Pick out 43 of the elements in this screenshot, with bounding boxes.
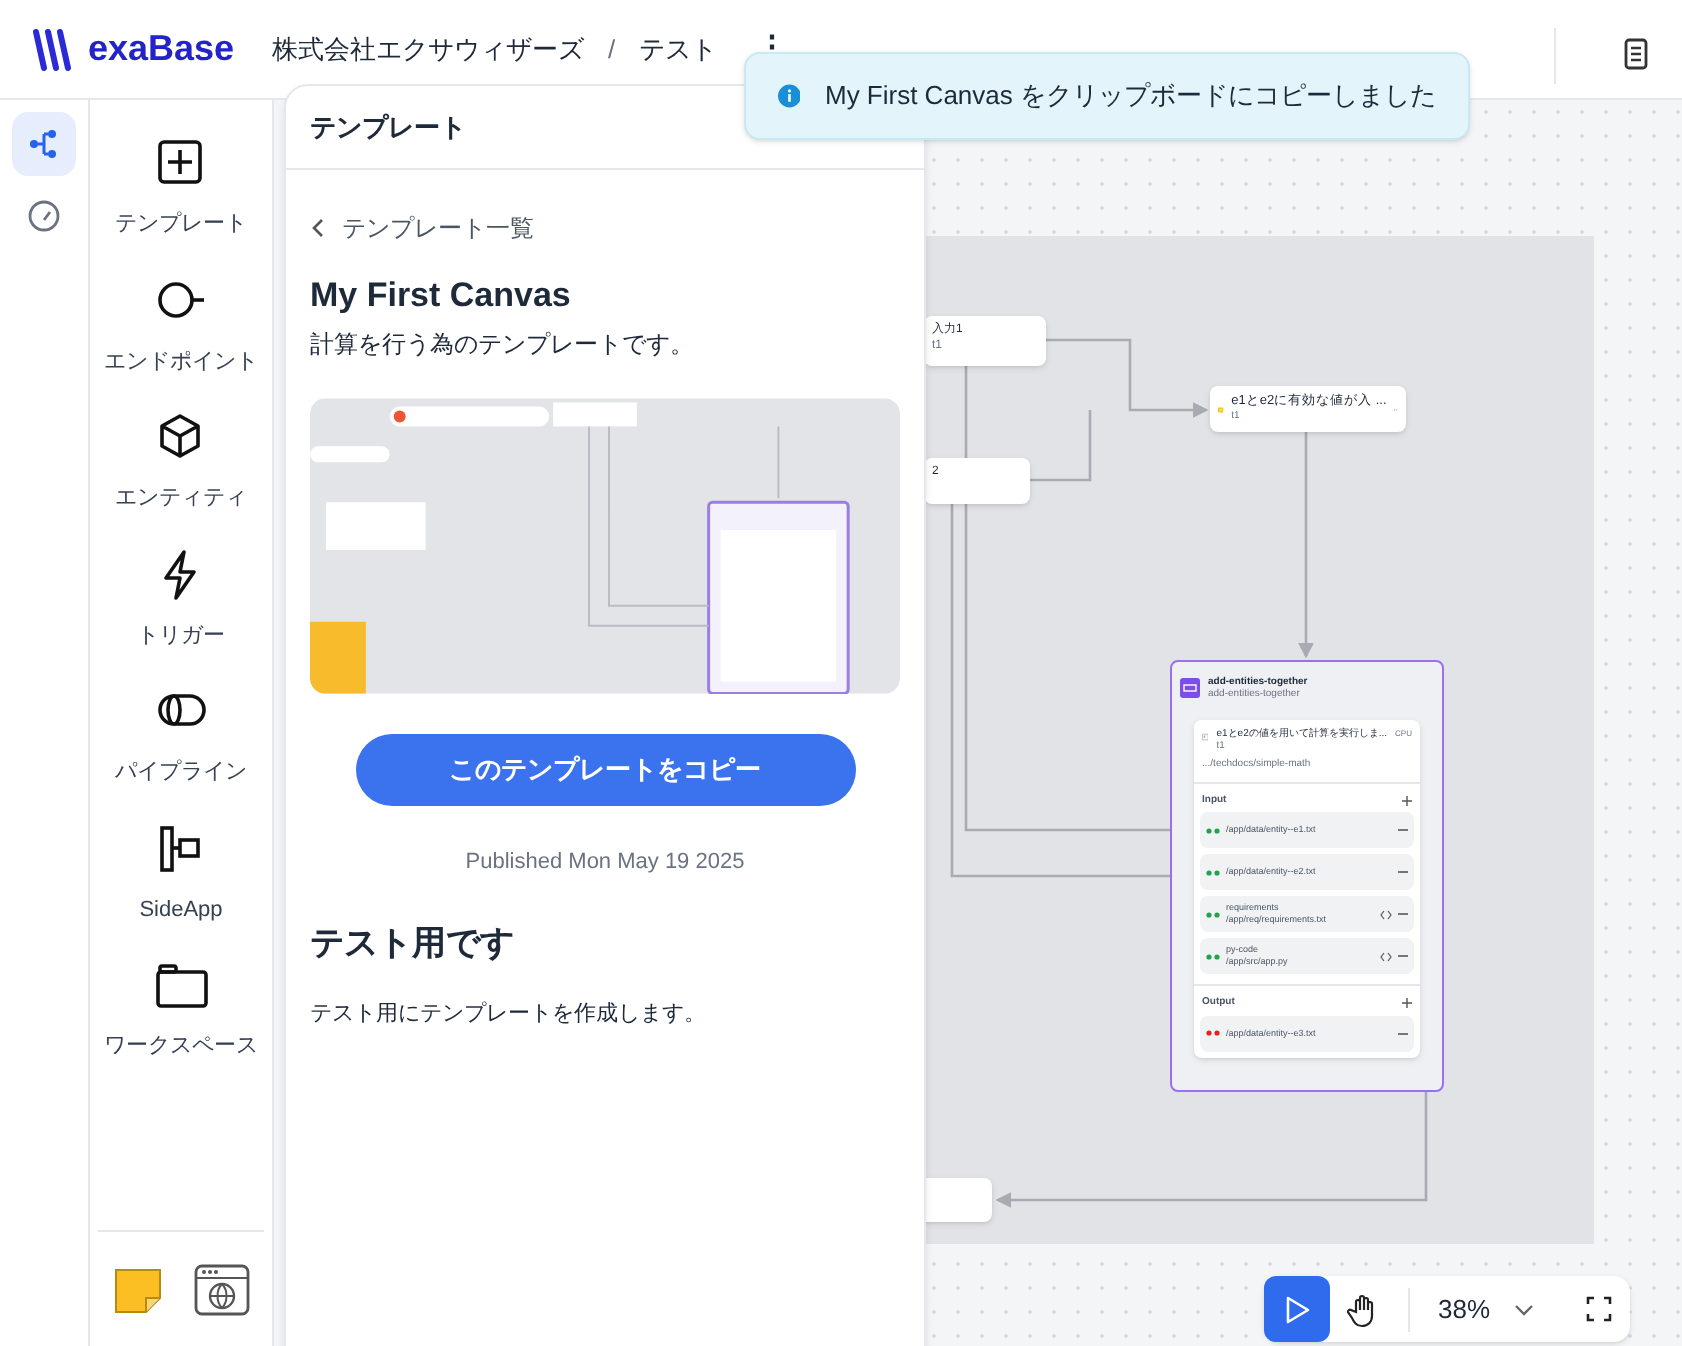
port-icon bbox=[1206, 953, 1220, 959]
endpoint-palette-item[interactable]: エンドポイント bbox=[90, 273, 272, 378]
port-icon bbox=[1206, 911, 1220, 917]
folder-icon bbox=[153, 958, 209, 1014]
copy-template-button[interactable]: このテンプレートをコピー bbox=[355, 733, 855, 805]
logo-icon bbox=[32, 27, 72, 71]
breadcrumb-current: テスト bbox=[639, 31, 718, 68]
zoom-level-dropdown[interactable]: 38% bbox=[1438, 1289, 1535, 1329]
back-link[interactable]: テンプレート一覧 bbox=[310, 210, 900, 246]
chevron-down-icon bbox=[1514, 1303, 1535, 1315]
workspace-palette-item[interactable]: ワークスペース bbox=[90, 958, 272, 1063]
published-date: Published Mon May 19 2025 bbox=[463, 847, 747, 877]
code-icon bbox=[1380, 951, 1392, 961]
template-description: 計算を行う為のテンプレートです。 bbox=[310, 327, 696, 361]
flow-icon bbox=[26, 126, 62, 162]
breadcrumb-separator: / bbox=[608, 31, 616, 68]
logo-text: exaBase bbox=[88, 26, 235, 72]
add-icon[interactable] bbox=[1402, 998, 1412, 1009]
pipeline-palette-item[interactable]: パイプライン bbox=[90, 684, 272, 789]
fullscreen-icon[interactable] bbox=[1586, 1296, 1613, 1322]
web-app-icon[interactable] bbox=[193, 1263, 250, 1315]
nav-flow-button[interactable] bbox=[12, 112, 76, 176]
section-title: テスト用です bbox=[310, 922, 516, 966]
gauge-icon bbox=[26, 198, 62, 234]
toast-message: My First Canvas をクリップボードにコピーしました bbox=[824, 78, 1436, 115]
panel-title: テンプレート bbox=[310, 109, 466, 146]
entity-palette-item[interactable]: エンティティ bbox=[90, 410, 272, 515]
pointer-tool-button[interactable] bbox=[1264, 1276, 1330, 1342]
port-icon bbox=[1206, 869, 1220, 875]
template-name: My First Canvas bbox=[310, 274, 573, 318]
sticky-note-icon[interactable] bbox=[112, 1263, 165, 1315]
sideapp-palette-item[interactable]: SideApp bbox=[90, 821, 272, 926]
port-icon bbox=[1206, 1030, 1220, 1036]
trigger-palette-item[interactable]: トリガー bbox=[90, 547, 272, 652]
document-icon[interactable] bbox=[1624, 38, 1648, 70]
pipeline-icon bbox=[1180, 678, 1200, 698]
breadcrumb-link[interactable]: 株式会社エクサウィザーズ bbox=[272, 29, 584, 69]
add-icon[interactable] bbox=[1402, 795, 1412, 806]
port-icon bbox=[1206, 827, 1220, 833]
back-chevron-icon bbox=[310, 218, 326, 238]
section-body: テスト用にテンプレートを作成します。 bbox=[310, 999, 708, 1029]
code-icon bbox=[1380, 909, 1392, 919]
template-palette-item[interactable]: テンプレート bbox=[90, 136, 272, 241]
